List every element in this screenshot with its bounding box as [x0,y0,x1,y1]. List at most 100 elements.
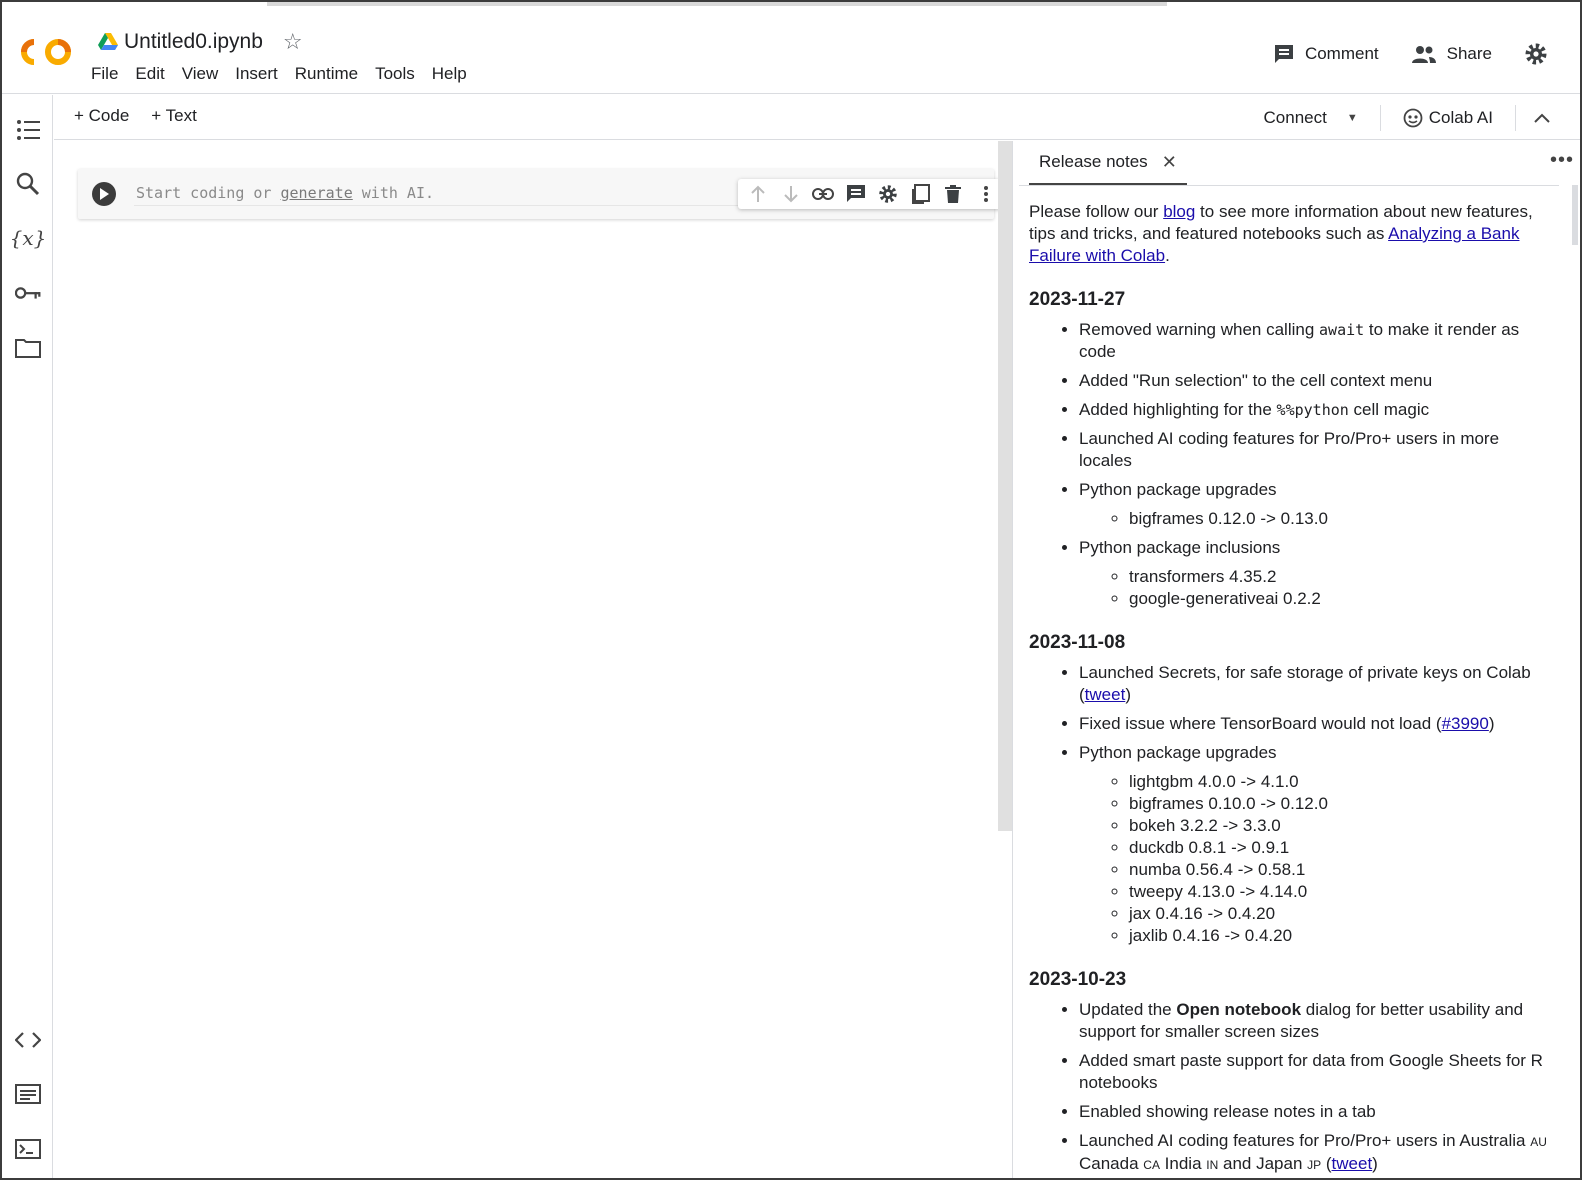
menu-tools[interactable]: Tools [375,64,415,84]
list-item: Python package inclusions transformers 4… [1079,537,1554,610]
colab-window: Untitled0.ipynb ☆ File Edit View Insert … [0,0,1582,1180]
release-list: Removed warning when calling await to ma… [1079,319,1554,610]
menu-runtime[interactable]: Runtime [295,64,358,84]
list-item: Added "Run selection" to the cell contex… [1079,370,1554,392]
list-item: Enabled showing release notes in a tab [1079,1101,1554,1123]
blog-link[interactable]: blog [1163,202,1195,221]
tab-release-notes[interactable]: Release notes ✕ [1029,141,1187,185]
google-drive-icon[interactable] [98,33,118,51]
variables-icon[interactable]: {x} [10,225,47,251]
move-down-icon[interactable] [778,181,804,207]
left-sidebar: {x} [2,95,53,1178]
table-of-contents-icon[interactable] [15,117,41,143]
star-icon[interactable]: ☆ [283,29,303,55]
sub-list-item: tweepy 4.13.0 -> 4.14.0 [1129,881,1554,903]
release-date-heading: 2023-11-27 [1029,289,1126,310]
list-item: Launched Secrets, for safe storage of pr… [1079,662,1554,706]
colab-ai-button[interactable]: Colab AI [1381,105,1516,131]
generate-link[interactable]: generate [281,184,353,202]
caret-down-icon[interactable]: ▼ [1347,112,1358,124]
sub-list-item: numba 0.56.4 -> 0.58.1 [1129,859,1554,881]
cell-settings-gear-icon[interactable] [875,181,901,207]
more-options-icon[interactable] [973,181,999,207]
chevron-up-icon [1534,113,1550,123]
add-code-cell-button[interactable]: + Code [74,106,129,126]
intro-paragraph: Please follow our blog to see more infor… [1029,201,1554,267]
colab-ai-icon [1403,108,1423,128]
list-item: Updated the Open notebook dialog for bet… [1079,999,1554,1043]
code-snippets-icon[interactable] [15,1027,41,1053]
search-icon[interactable] [15,171,41,197]
tweet-link[interactable]: tweet [1085,685,1126,704]
release-notes-content: Please follow our blog to see more infor… [1029,201,1554,1178]
sub-list-item: lightgbm 4.0.0 -> 4.1.0 [1129,771,1554,793]
sub-list-item: jaxlib 0.4.16 -> 0.4.20 [1129,925,1554,947]
sub-list-item: google-generativeai 0.2.2 [1129,588,1554,610]
delete-trash-icon[interactable] [940,181,966,207]
issue-link[interactable]: #3990 [1442,714,1489,733]
tweet-link[interactable]: tweet [1332,1154,1373,1173]
list-item: Added highlighting for the %%python cell… [1079,399,1554,421]
command-palette-icon[interactable] [15,1081,41,1107]
list-item: Launched AI coding features for Pro/Pro+… [1079,1130,1554,1176]
comment-icon [1274,45,1293,63]
comment-label: Comment [1304,44,1379,63]
share-button[interactable]: Share [1411,44,1492,64]
comment-cell-icon[interactable] [843,181,869,207]
share-label: Share [1446,44,1492,63]
sub-list-item: jax 0.4.16 -> 0.4.20 [1129,903,1554,925]
connect-runtime-button[interactable]: Connect ▼ [1264,105,1381,131]
add-text-cell-button[interactable]: + Text [151,106,197,126]
release-list: Updated the Open notebook dialog for bet… [1079,999,1554,1176]
sub-list-item: bokeh 3.2.2 -> 3.3.0 [1129,815,1554,837]
list-item: Fixed issue where TensorBoard would not … [1079,713,1554,735]
notebook-title[interactable]: Untitled0.ipynb [124,30,263,54]
colab-ai-label: Colab AI [1428,108,1493,127]
close-icon[interactable]: ✕ [1162,152,1177,183]
sub-list-item: bigframes 0.12.0 -> 0.13.0 [1129,508,1554,530]
code-cell[interactable]: Start coding or generate with AI. [78,169,1006,219]
list-item: Removed warning when calling await to ma… [1079,319,1554,363]
run-cell-button[interactable] [92,182,116,206]
comment-button[interactable]: Comment [1273,43,1379,65]
cell-toolbar [738,179,1006,209]
settings-button[interactable] [1524,42,1558,66]
colab-logo-icon[interactable] [20,36,74,68]
list-item: Python package upgrades lightgbm 4.0.0 -… [1079,742,1554,947]
mirror-cell-icon[interactable] [908,181,934,207]
list-item: Python package upgrades bigframes 0.12.0… [1079,479,1554,530]
menu-file[interactable]: File [91,64,118,84]
panel-divider [1019,185,1559,186]
sub-list-item: bigframes 0.10.0 -> 0.12.0 [1129,793,1554,815]
notebook-scrollbar[interactable] [998,141,1012,831]
sub-list-item: duckdb 0.8.1 -> 0.9.1 [1129,837,1554,859]
release-notes-panel: Release notes ✕ ••• Please follow our bl… [1012,141,1580,1178]
menu-help[interactable]: Help [432,64,467,84]
move-up-icon[interactable] [745,181,771,207]
tab-label: Release notes [1039,152,1148,171]
folder-icon[interactable] [15,335,41,361]
notebook-area: Start coding or generate with AI. [54,141,1006,1178]
link-icon[interactable] [810,181,836,207]
notebook-toolbar: + Code + Text Connect ▼ Colab AI [54,95,1580,140]
placeholder-start: Start coding or [136,184,281,202]
release-date-heading: 2023-10-23 [1029,969,1127,990]
terminal-icon[interactable] [15,1136,41,1162]
sub-list-item: transformers 4.35.2 [1129,566,1554,588]
release-date-heading: 2023-11-08 [1029,632,1126,653]
list-item: Added smart paste support for data from … [1079,1050,1554,1094]
collapse-header-button[interactable] [1516,108,1550,128]
panel-more-icon[interactable]: ••• [1550,149,1574,172]
list-item: Launched AI coding features for Pro/Pro+… [1079,428,1554,472]
menu-view[interactable]: View [182,64,219,84]
intro-text: Please follow our [1029,202,1164,221]
gear-icon [1525,43,1547,65]
menu-edit[interactable]: Edit [135,64,164,84]
people-icon [1411,46,1436,63]
intro-text: . [1165,246,1170,265]
placeholder-end: with AI. [352,184,435,202]
menu-insert[interactable]: Insert [235,64,278,84]
panel-scrollbar[interactable] [1572,185,1578,245]
secrets-key-icon[interactable] [15,280,41,306]
connect-label: Connect [1263,108,1327,127]
